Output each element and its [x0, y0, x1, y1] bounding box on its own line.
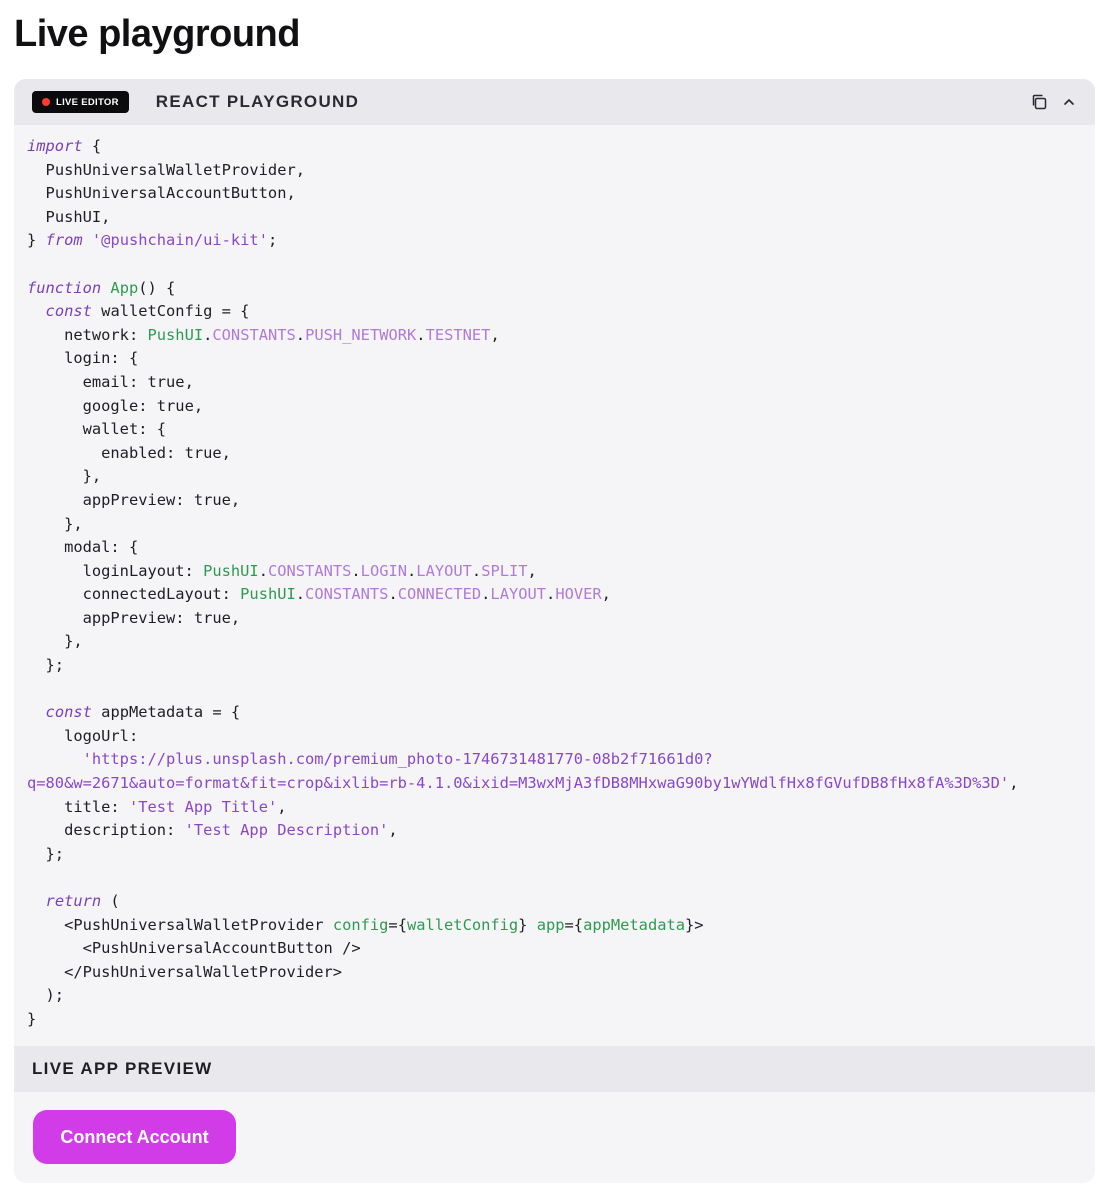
code-string: q=80&w=2671&auto=format&fit=crop&ixlib=r… [27, 774, 1010, 793]
live-app-preview: Connect Account [14, 1092, 1095, 1183]
react-playground: LIVE EDITOR REACT PLAYGROUND import { Pu… [14, 79, 1095, 1183]
code-keyword: return [45, 892, 102, 910]
code-string: 'Test App Description' [184, 821, 389, 840]
code-import-item: PushUI [45, 207, 102, 226]
code-constant: CONNECTED [397, 585, 482, 604]
live-editor-badge: LIVE EDITOR [32, 91, 129, 113]
code-identifier: PushUI [147, 325, 204, 344]
code-value: true [193, 490, 231, 509]
code-identifier: appMetadata [583, 915, 686, 934]
copy-icon[interactable] [1029, 91, 1049, 113]
code-import-item: PushUniversalWalletProvider [45, 160, 296, 179]
code-keyword: const [45, 302, 92, 321]
code-keyword: const [45, 703, 92, 722]
code-key: connectedLayout [82, 585, 222, 604]
code-value: true [184, 443, 222, 462]
code-jsx-attr: app [536, 915, 565, 934]
live-dot-icon [42, 98, 50, 106]
code-key: enabled [101, 443, 167, 462]
code-key: modal [64, 538, 111, 557]
code-constant: CONSTANTS [305, 585, 389, 604]
code-function-name: App [110, 278, 139, 297]
code-value: true [193, 608, 231, 627]
code-identifier: PushUI [240, 585, 296, 604]
code-constant: LOGIN [360, 561, 408, 580]
playground-title: REACT PLAYGROUND [155, 92, 360, 111]
code-key: title [64, 797, 111, 816]
code-key: wallet [82, 420, 139, 439]
code-keyword: import [27, 137, 83, 155]
code-constant: TESTNET [425, 325, 491, 344]
code-identifier: walletConfig [101, 302, 213, 321]
code-key: google [82, 396, 139, 415]
code-constant: LAYOUT [490, 585, 547, 604]
code-string: 'https://plus.unsplash.com/premium_photo… [82, 750, 713, 769]
code-constant: LAYOUT [416, 561, 472, 580]
code-key: loginLayout [82, 561, 185, 580]
code-value: true [147, 372, 185, 391]
code-key: login [64, 349, 111, 368]
connect-account-button[interactable]: Connect Account [33, 1110, 236, 1164]
live-editor-label: LIVE EDITOR [56, 96, 119, 108]
code-identifier: appMetadata [101, 703, 204, 722]
code-constant: HOVER [555, 585, 602, 604]
code-identifier: walletConfig [406, 915, 519, 934]
code-jsx-tag: PushUniversalAccountButton [91, 939, 333, 958]
live-app-preview-header: LIVE APP PREVIEW [14, 1046, 1095, 1092]
code-key: description [64, 821, 167, 840]
code-string: 'Test App Title' [128, 797, 278, 816]
code-key: appPreview [82, 608, 176, 627]
playground-header: LIVE EDITOR REACT PLAYGROUND [14, 79, 1095, 125]
code-import-item: PushUniversalAccountButton [45, 184, 287, 203]
header-actions [1029, 91, 1079, 113]
code-jsx-attr: config [332, 915, 389, 934]
code-editor[interactable]: import { PushUniversalWalletProvider, Pu… [14, 125, 1095, 1046]
code-constant: CONSTANTS [267, 561, 352, 580]
code-value: true [156, 396, 194, 415]
code-key: network [64, 325, 129, 344]
code-jsx-tag: PushUniversalWalletProvider [82, 962, 333, 981]
code-constant: SPLIT [481, 561, 528, 580]
page-title: Live playground [14, 13, 300, 55]
code-constant: CONSTANTS [212, 325, 296, 344]
code-key: email [82, 372, 129, 391]
code-constant: PUSH_NETWORK [305, 325, 417, 344]
code-jsx-tag: PushUniversalWalletProvider [73, 915, 324, 934]
code-key: logoUrl [64, 726, 129, 745]
code-string: '@pushchain/ui-kit' [91, 231, 268, 250]
chevron-up-icon[interactable] [1059, 91, 1079, 113]
code-keyword: from [45, 231, 83, 250]
code-key: appPreview [82, 490, 176, 509]
code-keyword: function [27, 278, 102, 297]
code-identifier: PushUI [203, 561, 259, 580]
